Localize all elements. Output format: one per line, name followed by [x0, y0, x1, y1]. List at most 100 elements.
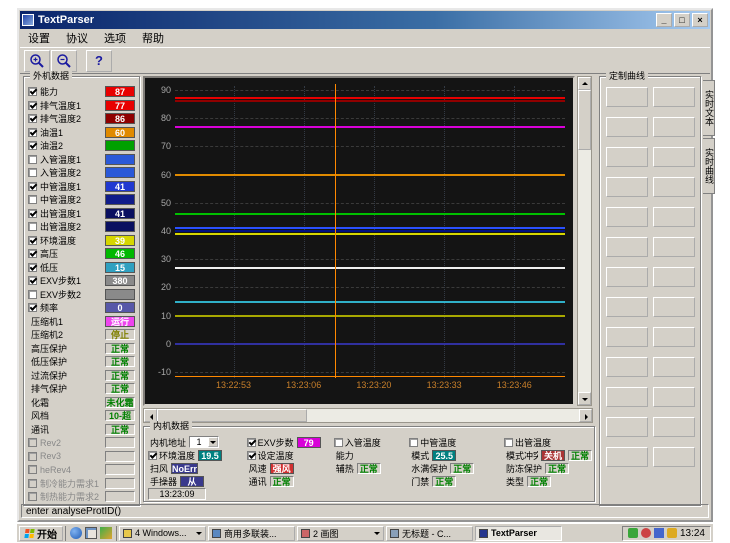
curve-slot[interactable] — [653, 417, 695, 437]
checkbox[interactable] — [334, 438, 343, 447]
scroll-track[interactable] — [578, 150, 591, 392]
checkbox[interactable] — [28, 209, 37, 218]
media-player-icon[interactable] — [100, 527, 112, 539]
checkbox[interactable] — [28, 249, 37, 258]
side-tab-1[interactable]: 实时曲线 — [703, 138, 715, 194]
antivirus-icon[interactable] — [654, 528, 664, 538]
curve-slot[interactable] — [653, 87, 695, 107]
curve-slot[interactable] — [653, 327, 695, 347]
checkbox[interactable] — [28, 222, 37, 231]
value-badge — [105, 140, 135, 151]
checkbox[interactable] — [28, 438, 37, 447]
checkbox[interactable] — [28, 182, 37, 191]
chart-horizontal-scrollbar[interactable] — [143, 408, 593, 423]
curve-slot[interactable] — [606, 387, 648, 407]
curve-slot[interactable] — [653, 117, 695, 137]
checkbox[interactable] — [247, 438, 256, 447]
checkbox[interactable] — [28, 492, 37, 501]
taskbar-task-1[interactable]: 商用多联装... — [208, 526, 295, 541]
curve-slot[interactable] — [653, 237, 695, 257]
menu-item-3[interactable]: 帮助 — [134, 29, 172, 47]
scroll-track[interactable] — [307, 409, 579, 422]
curve-slot[interactable] — [653, 387, 695, 407]
curve-slot[interactable] — [653, 147, 695, 167]
taskbar-task-0[interactable]: 4 Windows... — [119, 526, 206, 541]
curve-slot[interactable] — [653, 207, 695, 227]
checkbox[interactable] — [28, 303, 37, 312]
indoor-column: EXV步数79设定温度风速强风通讯正常 — [247, 436, 332, 499]
indoor-field: 通讯正常 — [247, 475, 332, 487]
maximize-button[interactable]: □ — [674, 13, 690, 27]
close-button[interactable]: × — [692, 13, 708, 27]
scheduler-icon[interactable] — [667, 528, 677, 538]
dropdown-arrow-icon[interactable] — [208, 437, 218, 447]
curve-slot[interactable] — [606, 87, 648, 107]
checkbox[interactable] — [28, 276, 37, 285]
checkbox[interactable] — [504, 438, 513, 447]
curve-slot[interactable] — [606, 327, 648, 347]
checkbox[interactable] — [409, 438, 418, 447]
checkbox[interactable] — [28, 168, 37, 177]
curve-slot[interactable] — [606, 297, 648, 317]
checkbox[interactable] — [28, 195, 37, 204]
titlebar[interactable]: TextParser _ □ × — [20, 11, 710, 29]
curve-slot[interactable] — [606, 417, 648, 437]
curve-slot[interactable] — [653, 357, 695, 377]
checkbox[interactable] — [28, 101, 37, 110]
chart-plot[interactable]: 9080706050403020100-1013:22:5313:23:0613… — [143, 76, 575, 406]
volume-icon[interactable] — [641, 528, 651, 538]
curve-slot[interactable] — [606, 267, 648, 287]
help-button[interactable]: ? — [86, 50, 112, 72]
zoom-in-button[interactable] — [24, 50, 50, 72]
checkbox[interactable] — [28, 87, 37, 96]
scroll-up-icon[interactable] — [578, 77, 591, 90]
internet-explorer-icon[interactable] — [70, 527, 82, 539]
checkbox[interactable] — [28, 263, 37, 272]
taskbar-task-4[interactable]: TextParser — [475, 526, 562, 541]
zoom-out-button[interactable] — [51, 50, 77, 72]
taskbar-task-3[interactable]: 无标题 - C... — [386, 526, 473, 541]
show-desktop-icon[interactable] — [85, 527, 97, 539]
curve-slot[interactable] — [653, 297, 695, 317]
checkbox[interactable] — [28, 290, 37, 299]
chart-x-tick: 13:23:33 — [427, 380, 462, 390]
curve-slot[interactable] — [606, 207, 648, 227]
outdoor-row-label: 中管温度2 — [40, 193, 81, 206]
network-icon[interactable] — [628, 528, 638, 538]
checkbox[interactable] — [28, 114, 37, 123]
curve-slot[interactable] — [606, 357, 648, 377]
curve-slot[interactable] — [606, 147, 648, 167]
curve-slot[interactable] — [653, 177, 695, 197]
scroll-down-icon[interactable] — [578, 392, 591, 405]
curve-slot[interactable] — [606, 237, 648, 257]
checkbox[interactable] — [247, 451, 256, 460]
curve-slot[interactable] — [606, 447, 648, 467]
checkbox[interactable] — [28, 155, 37, 164]
menu-item-2[interactable]: 选项 — [96, 29, 134, 47]
checkbox[interactable] — [28, 128, 37, 137]
checkbox[interactable] — [28, 465, 37, 474]
checkbox[interactable] — [148, 451, 157, 460]
curve-slot[interactable] — [653, 447, 695, 467]
menu-item-0[interactable]: 设置 — [20, 29, 58, 47]
start-button[interactable]: 开始 — [19, 526, 63, 541]
tray-clock[interactable]: 13:24 — [680, 528, 705, 539]
menu-item-1[interactable]: 协议 — [58, 29, 96, 47]
curve-slot[interactable] — [653, 267, 695, 287]
chart-vertical-scrollbar[interactable] — [577, 76, 592, 406]
scroll-right-icon[interactable] — [579, 409, 592, 422]
indoor-field: 能力 — [334, 449, 407, 461]
outdoor-row: 低压保护正常 — [26, 355, 137, 369]
minimize-button[interactable]: _ — [656, 13, 672, 27]
checkbox[interactable] — [28, 452, 37, 461]
curve-slot[interactable] — [606, 177, 648, 197]
side-tab-0[interactable]: 实时文本 — [703, 80, 715, 136]
indoor-field: 类型正常 — [504, 475, 592, 487]
checkbox[interactable] — [28, 141, 37, 150]
checkbox[interactable] — [28, 479, 37, 488]
curve-slot[interactable] — [606, 117, 648, 137]
checkbox[interactable] — [28, 236, 37, 245]
indoor-address-select[interactable]: 1 — [189, 436, 219, 448]
taskbar-task-2[interactable]: 2 画图 — [297, 526, 384, 541]
vertical-scroll-thumb[interactable] — [578, 90, 591, 150]
